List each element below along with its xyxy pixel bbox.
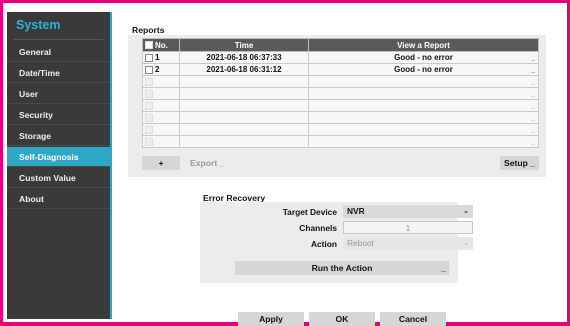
table-row-empty: _	[142, 87, 539, 100]
chevron-down-icon: ⌄	[463, 208, 469, 215]
table-row-empty: _	[142, 123, 539, 136]
cancel-button[interactable]: Cancel	[380, 312, 446, 326]
column-header-view-report: View a Report	[308, 38, 539, 52]
setup-button[interactable]: Setup _	[500, 156, 539, 170]
reports-table: No. Time View a Report 1 2021-06-18 06:3…	[142, 38, 539, 148]
dropdown-indicator-icon: _	[531, 55, 535, 62]
action-label: Action	[310, 239, 337, 249]
row-time: 2021-06-18 06:31:12	[179, 63, 309, 76]
sidebar-item-self-diagnosis[interactable]: Self-Diagnosis	[7, 147, 110, 167]
sidebar-divider	[14, 39, 103, 40]
run-action-button[interactable]: Run the Action _	[235, 261, 449, 275]
row-checkbox	[145, 125, 153, 134]
sidebar-item-about[interactable]: About	[7, 189, 110, 209]
table-row-empty: _	[142, 135, 539, 148]
table-row[interactable]: 2 2021-06-18 06:31:12 Good - no error _	[142, 63, 539, 76]
table-header-row: No. Time View a Report	[142, 38, 539, 52]
row-no: 1	[155, 53, 160, 62]
row-no: 2	[155, 65, 160, 74]
sidebar-item-general[interactable]: General	[7, 42, 110, 62]
row-checkbox	[145, 101, 153, 110]
sidebar-item-date-time[interactable]: Date/Time	[7, 63, 110, 83]
select-all-checkbox[interactable]	[145, 41, 153, 50]
row-checkbox	[145, 77, 153, 86]
channels-label: Channels	[299, 223, 337, 233]
target-device-select[interactable]: NVR ⌄	[343, 205, 473, 218]
sidebar: System General Date/Time User Security S…	[7, 12, 112, 319]
row-checkbox[interactable]	[145, 53, 153, 62]
channels-field[interactable]: 1	[343, 221, 473, 234]
row-checkbox	[145, 113, 153, 122]
action-select[interactable]: Reboot ⌄	[343, 237, 473, 250]
ok-button[interactable]: OK	[309, 312, 375, 326]
sidebar-item-security[interactable]: Security	[7, 105, 110, 125]
dropdown-indicator-icon: _	[531, 67, 535, 74]
row-view-report[interactable]: Good - no error _	[308, 51, 539, 64]
chevron-down-icon: ⌄	[463, 240, 469, 247]
column-header-no[interactable]: No.	[142, 38, 180, 52]
apply-button[interactable]: Apply	[238, 312, 304, 326]
sidebar-item-storage[interactable]: Storage	[7, 126, 110, 146]
table-row-empty: _	[142, 75, 539, 88]
table-row[interactable]: 1 2021-06-18 06:37:33 Good - no error _	[142, 51, 539, 64]
main-content: Reports No. Time View a Report 1 2021-06…	[112, 12, 564, 326]
sidebar-item-user[interactable]: User	[7, 84, 110, 104]
sidebar-item-custom-value[interactable]: Custom Value	[7, 168, 110, 188]
row-checkbox	[145, 137, 153, 146]
row-view-report[interactable]: Good - no error _	[308, 63, 539, 76]
reports-title: Reports	[132, 25, 165, 35]
row-checkbox[interactable]	[145, 65, 153, 74]
column-header-time: Time	[179, 38, 309, 52]
row-checkbox	[145, 89, 153, 98]
table-row-empty: _	[142, 111, 539, 124]
table-row-empty: _	[142, 99, 539, 112]
add-button[interactable]: +	[142, 156, 180, 170]
target-device-label: Target Device	[282, 207, 337, 217]
export-button[interactable]: Export _	[190, 156, 230, 170]
row-time: 2021-06-18 06:37:33	[179, 51, 309, 64]
sidebar-title: System	[16, 18, 61, 32]
